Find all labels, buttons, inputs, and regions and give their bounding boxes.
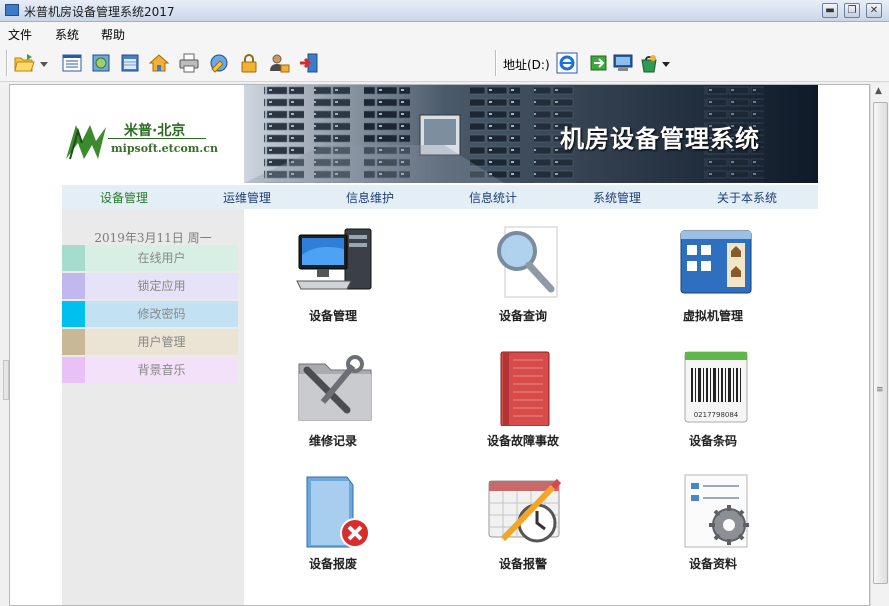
logo: 米普·北京 mipsoft.etcom.cn xyxy=(62,85,244,183)
tile-device-alarm[interactable]: 设备报警 xyxy=(448,473,598,593)
tools-folder-icon xyxy=(298,355,372,421)
tile-device-fault[interactable]: 设备故障事故 xyxy=(448,350,598,470)
tile-device-scrap[interactable]: 设备报废 xyxy=(258,473,408,593)
sidebar-marker xyxy=(62,273,85,299)
sidebar-item-label: 背景音乐 xyxy=(85,357,238,383)
minimize-icon[interactable]: ▬ xyxy=(822,3,838,18)
home-icon[interactable] xyxy=(148,52,170,74)
tile-label: 设备资料 xyxy=(688,557,737,571)
content-area: 米普·北京 mipsoft.etcom.cn 机房设备管理系统 设备管理 运维管… xyxy=(9,84,870,606)
folder-delete-icon xyxy=(306,476,370,548)
window-title: 米普机房设备管理系统2017 xyxy=(24,5,175,19)
bag-icon[interactable] xyxy=(638,52,660,74)
go-arrow-icon[interactable] xyxy=(588,52,610,74)
main-nav: 设备管理 运维管理 信息维护 信息统计 系统管理 关于本系统 xyxy=(62,185,818,209)
dropdown-arrow-icon[interactable] xyxy=(38,52,50,74)
tile-virtual-machine[interactable]: 虚拟机管理 xyxy=(638,225,788,345)
lock-icon[interactable] xyxy=(238,52,260,74)
sidebar-item-online-users[interactable]: 在线用户 xyxy=(62,245,238,271)
app-icon xyxy=(5,4,19,16)
tile-label: 设备查询 xyxy=(498,309,547,323)
computer-icon xyxy=(296,228,372,290)
nav-device-management[interactable]: 设备管理 xyxy=(100,189,148,206)
sidebar-item-user-management[interactable]: 用户管理 xyxy=(62,329,238,355)
address-label: 地址(D:) xyxy=(503,58,550,72)
monitor-icon[interactable] xyxy=(612,52,634,74)
dropdown-arrow-icon[interactable] xyxy=(660,52,672,74)
toolbar: 地址(D:) xyxy=(0,44,889,82)
tile-device-query[interactable]: 设备查询 xyxy=(448,225,598,345)
sidebar-item-label: 锁定应用 xyxy=(85,273,238,299)
tile-label: 设备故障事故 xyxy=(486,434,559,448)
ie-icon[interactable] xyxy=(556,52,578,74)
sidebar: 2019年3月11日 周一 在线用户 锁定应用 修改密码 用户管理 背景音乐 xyxy=(62,209,244,605)
tile-label: 设备报废 xyxy=(308,557,357,571)
tile-label: 设备条码 xyxy=(688,434,737,448)
magnifier-icon xyxy=(497,226,558,298)
tile-label: 设备管理 xyxy=(308,309,357,323)
notebook-icon xyxy=(500,351,550,426)
barcode-number: 0217798084 xyxy=(693,411,739,419)
menu-system[interactable]: 系统 xyxy=(55,26,79,43)
user-lock-icon[interactable] xyxy=(268,52,290,74)
calendar-icon[interactable] xyxy=(119,52,141,74)
close-icon[interactable]: ✕ xyxy=(866,3,882,18)
sidebar-marker xyxy=(62,329,85,355)
menu-file[interactable]: 文件 xyxy=(8,26,32,43)
scrollbar-thumb[interactable]: ≡ xyxy=(873,102,888,584)
toolbar-separator xyxy=(495,50,497,76)
menu-help[interactable]: 帮助 xyxy=(101,26,125,43)
logo-name: 米普·北京 xyxy=(124,123,186,139)
tile-label: 设备报警 xyxy=(498,557,547,571)
sidebar-marker xyxy=(62,301,85,327)
tile-device-barcode[interactable]: 0217798084 设备条码 xyxy=(638,350,788,470)
toolbar-grip xyxy=(6,50,8,76)
current-date: 2019年3月11日 周一 xyxy=(94,231,212,245)
scroll-up-icon[interactable]: ▲ xyxy=(875,86,882,96)
open-folder-icon[interactable] xyxy=(13,52,35,74)
scroll-grip-icon: ≡ xyxy=(876,385,884,395)
exit-icon[interactable] xyxy=(298,52,320,74)
banner: 机房设备管理系统 xyxy=(244,85,818,183)
tile-label: 维修记录 xyxy=(308,434,357,448)
nav-about[interactable]: 关于本系统 xyxy=(717,189,777,206)
nav-info-maintenance[interactable]: 信息维护 xyxy=(346,189,394,206)
alarm-calendar-icon xyxy=(488,478,562,543)
banner-title: 机房设备管理系统 xyxy=(560,125,760,153)
nav-operations[interactable]: 运维管理 xyxy=(223,189,271,206)
print-icon[interactable] xyxy=(178,52,200,74)
tile-repair-records[interactable]: 维修记录 xyxy=(258,350,408,470)
nav-system-management[interactable]: 系统管理 xyxy=(593,189,641,206)
restore-icon[interactable]: ❐ xyxy=(844,3,860,18)
sidebar-item-change-password[interactable]: 修改密码 xyxy=(62,301,238,327)
nav-statistics[interactable]: 信息统计 xyxy=(469,189,517,206)
virtual-machine-icon xyxy=(680,230,752,294)
tile-device-management[interactable]: 设备管理 xyxy=(258,225,408,345)
sidebar-item-lock-app[interactable]: 锁定应用 xyxy=(62,273,238,299)
title-bar: 米普机房设备管理系统2017 ▬ ❐ ✕ xyxy=(0,0,889,22)
sidebar-item-label: 修改密码 xyxy=(85,301,238,327)
sidebar-marker xyxy=(62,357,85,383)
document-gear-icon xyxy=(684,474,749,548)
tile-device-docs[interactable]: 设备资料 xyxy=(638,473,788,593)
vertical-scrollbar[interactable]: ▲ ≡ xyxy=(870,84,889,606)
sidebar-item-label: 用户管理 xyxy=(85,329,238,355)
globe-tools-icon[interactable] xyxy=(208,52,230,74)
sidebar-item-label: 在线用户 xyxy=(85,245,238,271)
sidebar-item-background-music[interactable]: 背景音乐 xyxy=(62,357,238,383)
logo-url: mipsoft.etcom.cn xyxy=(111,142,218,155)
menu-bar: 文件 系统 帮助 xyxy=(0,22,889,44)
tile-label: 虚拟机管理 xyxy=(682,309,743,323)
list-icon[interactable] xyxy=(61,52,83,74)
logo-divider xyxy=(108,138,206,139)
sidebar-marker xyxy=(62,245,85,271)
logo-mark-icon xyxy=(66,125,106,160)
web-icon[interactable] xyxy=(90,52,112,74)
